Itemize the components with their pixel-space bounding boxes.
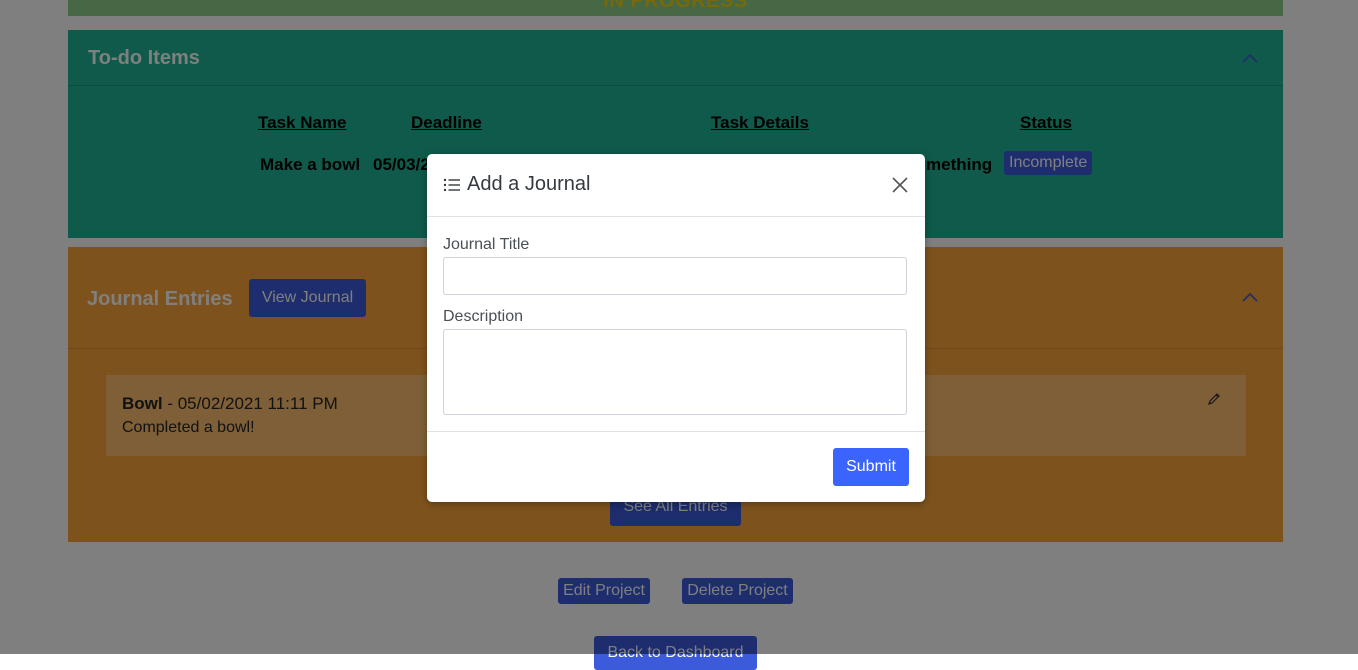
modal-footer: Submit <box>427 431 925 503</box>
modal-title: Add a Journal <box>467 173 591 195</box>
list-icon <box>443 178 460 192</box>
journal-title-label: Journal Title <box>443 236 530 253</box>
description-label: Description <box>443 308 524 325</box>
description-textarea[interactable] <box>443 329 907 415</box>
modal-header: Add a Journal <box>427 154 925 217</box>
close-icon[interactable] <box>891 176 909 194</box>
journal-title-input[interactable] <box>443 257 907 295</box>
add-journal-modal: Add a Journal Journal Title Description … <box>427 154 925 502</box>
submit-button[interactable]: Submit <box>833 448 909 486</box>
